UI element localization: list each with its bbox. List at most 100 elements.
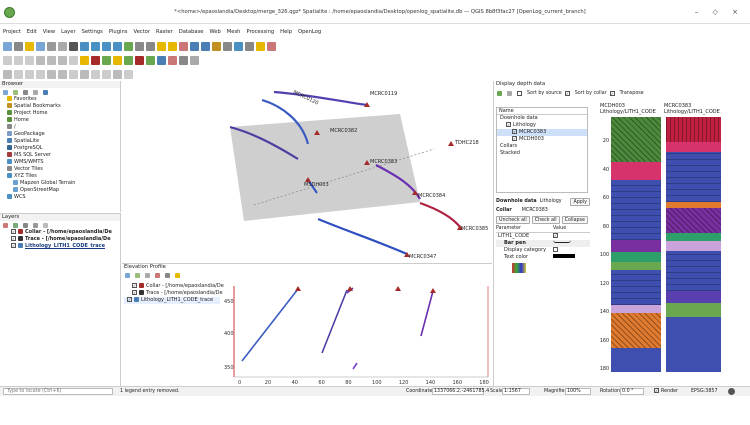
browser-item[interactable]: Favorites (3, 96, 120, 103)
parameter-row[interactable]: Bar pen (496, 240, 590, 247)
toolbar-tool-icon[interactable] (179, 41, 188, 51)
col2-log[interactable] (666, 117, 721, 372)
menu-vector[interactable]: Vector (133, 29, 150, 38)
collar-marker[interactable] (448, 141, 454, 146)
browser-item[interactable]: GeoPackage (3, 131, 120, 138)
sort-source-checkbox[interactable] (517, 90, 522, 96)
menu-openlog[interactable]: OpenLog (298, 29, 321, 38)
zoom-icon[interactable] (145, 273, 150, 278)
profile-layer-item[interactable]: ✓ Lithology_LITH1_CODE_trace (124, 297, 220, 304)
depth-tree-item[interactable]: ✓ MCDH003 (497, 136, 587, 143)
browser-item[interactable]: WMS/WMTS (3, 159, 120, 166)
toolbar-tool-icon[interactable] (69, 41, 78, 51)
toolbar-tool-icon[interactable] (102, 69, 111, 79)
depth-tree-item[interactable]: Downhole data (497, 115, 587, 122)
locate-input[interactable]: Type to locate (Ctrl+K) (3, 388, 113, 395)
toolbar-tool-icon[interactable] (14, 55, 23, 65)
browser-item[interactable]: WCS (3, 194, 120, 201)
toolbar-tool-icon[interactable] (91, 55, 100, 65)
menu-help[interactable]: Help (280, 29, 292, 38)
toolbar-tool-icon[interactable] (102, 55, 111, 65)
toolbar-tool-icon[interactable] (91, 41, 100, 51)
window-controls[interactable]: – ◇ × (695, 8, 744, 16)
sort-collar-checkbox[interactable]: ✓ (564, 90, 570, 96)
toolbar-tool-icon[interactable] (124, 55, 133, 65)
check-all-button[interactable]: Check all (531, 216, 560, 224)
toolbar-tool-icon[interactable] (36, 69, 45, 79)
toolbar-tool-icon[interactable] (212, 41, 221, 51)
depth-tree-item[interactable]: ✓ MCRC0383 (497, 129, 587, 136)
browser-item[interactable]: Mapzen Global Terrain (3, 180, 120, 187)
toolbar-tool-icon[interactable] (14, 69, 23, 79)
toolbar-tool-icon[interactable] (267, 41, 276, 51)
menu-database[interactable]: Database (179, 29, 204, 38)
toolbar-tool-icon[interactable] (124, 41, 133, 51)
menu-edit[interactable]: Edit (27, 29, 37, 38)
toolbar-tool-icon[interactable] (14, 41, 23, 51)
toolbar-tool-icon[interactable] (168, 55, 177, 65)
toolbar-tool-icon[interactable] (58, 69, 67, 79)
filter-icon[interactable] (23, 222, 28, 228)
collar-select[interactable]: MCRC0383 (522, 208, 548, 213)
rotation-field[interactable]: 0.0 ° (620, 388, 644, 395)
browser-item[interactable]: Project Home (3, 110, 120, 117)
export-icon[interactable] (165, 273, 170, 278)
profile-layer-item[interactable]: ✓ Collar - [/home/epaoslandia/De (124, 283, 224, 290)
browser-item[interactable]: / (3, 124, 120, 131)
toolbar-tool-icon[interactable] (80, 55, 89, 65)
parameter-row[interactable]: Display category (496, 247, 590, 254)
menu-project[interactable]: Project (3, 29, 21, 38)
toolbar-tool-icon[interactable] (124, 69, 133, 79)
depth-tree-item[interactable]: Collars (497, 143, 587, 150)
scale-field[interactable]: 1:1567 (502, 388, 530, 395)
text-color-swatch[interactable] (553, 254, 575, 258)
pan-icon[interactable] (135, 273, 140, 278)
toolbar-tool-icon[interactable] (245, 41, 254, 51)
map-canvas[interactable]: MCRC0119 MCRC0382 MCRC0383 MCRC0384 MCRC… (122, 81, 492, 261)
layer-visibility-checkbox[interactable]: ✓ (11, 236, 16, 241)
toolbar-tool-icon[interactable] (256, 41, 265, 51)
toolbar-tool-icon[interactable] (146, 55, 155, 65)
toolbar-tool-icon[interactable] (69, 69, 78, 79)
depth-tree-checkbox[interactable]: ✓ (512, 136, 517, 141)
pen-preview-icon[interactable] (553, 240, 571, 243)
toolbar-tool-icon[interactable] (80, 41, 89, 51)
style-icon[interactable] (3, 222, 8, 228)
toolbar-tool-icon[interactable] (47, 69, 56, 79)
clear-icon[interactable] (155, 273, 160, 278)
layer-visibility-checkbox[interactable]: ✓ (11, 229, 16, 234)
menu-web[interactable]: Web (209, 29, 220, 38)
menu-settings[interactable]: Settings (82, 29, 103, 38)
toolbar-tool-icon[interactable] (168, 41, 177, 51)
layer-item[interactable]: ✓ Lithology_LITH1_CODE_trace (3, 243, 120, 250)
toolbar-tool-icon[interactable] (47, 41, 56, 51)
toolbar-tool-icon[interactable] (80, 69, 89, 79)
lith-checkbox[interactable]: ✓ (553, 233, 558, 238)
crs-button[interactable]: EPSG:3857 (691, 389, 718, 394)
magnifier-field[interactable]: 100% (565, 388, 591, 395)
toolbar-tool-icon[interactable] (25, 41, 34, 51)
apply-button[interactable]: Apply (570, 197, 590, 206)
messages-icon[interactable] (728, 388, 735, 395)
menu-raster[interactable]: Raster (156, 29, 173, 38)
toolbar-tool-icon[interactable] (25, 55, 34, 65)
browser-item[interactable]: Spatial Bookmarks (3, 103, 120, 110)
coordinate-field[interactable]: 1337066.2,-2461785.4 (432, 388, 489, 395)
layer-visibility-checkbox[interactable]: ✓ (11, 243, 16, 248)
depth-tree-item[interactable]: ✓ Lithology (497, 122, 587, 129)
depth-tree-checkbox[interactable]: ✓ (512, 129, 517, 134)
toolbar-tool-icon[interactable] (113, 69, 122, 79)
toolbar-tool-icon[interactable] (113, 41, 122, 51)
toolbar-tool-icon[interactable] (91, 69, 100, 79)
profile-layer-checkbox[interactable]: ✓ (127, 297, 132, 302)
browser-item[interactable]: PostgreSQL (3, 145, 120, 152)
profile-layer-item[interactable]: ✓ Trace - [/home/epaoslandia/De (124, 290, 223, 297)
profile-layer-checkbox[interactable]: ✓ (132, 283, 137, 288)
display-category-checkbox[interactable] (553, 247, 558, 252)
toolbar-tool-icon[interactable] (3, 69, 12, 79)
browser-item[interactable]: Home (3, 117, 120, 124)
toolbar-tool-icon[interactable] (190, 55, 199, 65)
remove-icon[interactable] (507, 90, 512, 96)
toolbar-tool-icon[interactable] (36, 55, 45, 65)
depth-tree-checkbox[interactable]: ✓ (506, 122, 511, 127)
